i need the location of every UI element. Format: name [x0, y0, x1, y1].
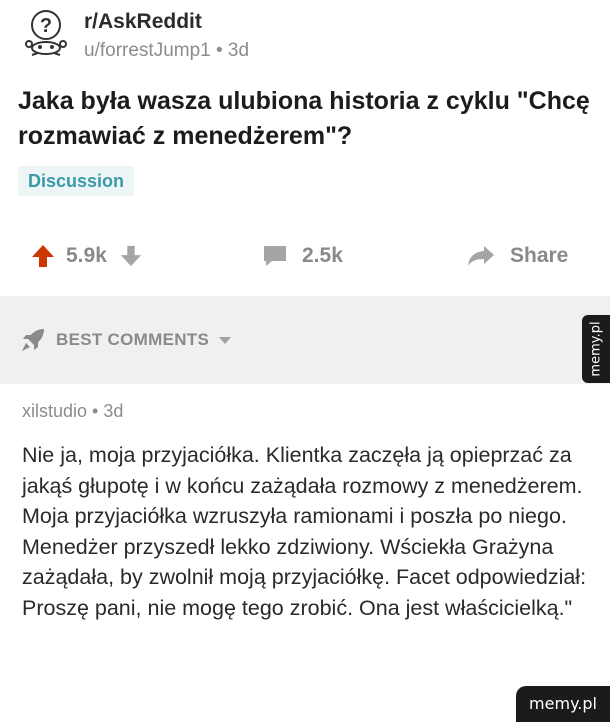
- snoo-question-icon[interactable]: ?: [22, 8, 70, 58]
- share-arrow-icon: [468, 246, 494, 266]
- comment-body: Nie ja, moja przyjaciółka. Klientka zacz…: [22, 443, 587, 620]
- upvote-count: 5.9k: [66, 244, 107, 267]
- comments-button[interactable]: 2.5k: [262, 232, 343, 280]
- post-author-meta[interactable]: u/forrestJump1 • 3d: [84, 40, 249, 62]
- flair-badge[interactable]: Discussion: [18, 166, 135, 196]
- comment-bubble-icon: [264, 246, 286, 266]
- post-action-bar: 5.9k 2.5k Share: [0, 232, 610, 280]
- comment-count: 2.5k: [302, 244, 343, 267]
- watermark-side-text: memy.pl: [588, 321, 604, 377]
- comment-author-meta[interactable]: xilstudio • 3d: [22, 401, 123, 422]
- upvote-arrow-icon[interactable]: [30, 243, 56, 269]
- sort-label: BEST COMMENTS: [56, 330, 210, 349]
- subreddit-name[interactable]: r/AskReddit: [84, 10, 202, 34]
- comment-sort-dropdown[interactable]: BEST COMMENTS: [20, 327, 233, 353]
- post-header: ? r/AskReddit u/forrestJump1 • 3d: [0, 0, 610, 70]
- comment-sort-bar: BEST COMMENTS: [0, 296, 610, 384]
- downvote-arrow-icon[interactable]: [119, 244, 143, 268]
- share-button[interactable]: Share: [466, 232, 568, 280]
- share-label: Share: [510, 244, 569, 267]
- caret-down-icon: [219, 337, 232, 344]
- watermark-side: memy.pl: [582, 315, 610, 383]
- svg-text:?: ?: [40, 15, 52, 37]
- watermark-bottom: memy.pl: [516, 686, 610, 722]
- post-title[interactable]: Jaka była wasza ulubiona historia z cykl…: [18, 84, 608, 154]
- rocket-icon: [22, 329, 44, 351]
- vote-group: 5.9k: [30, 232, 143, 280]
